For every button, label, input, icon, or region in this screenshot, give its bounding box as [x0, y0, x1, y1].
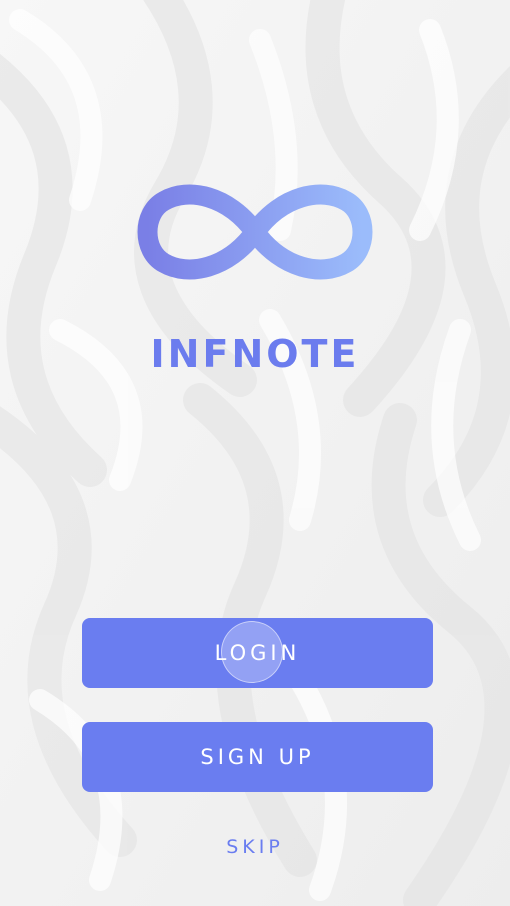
skip-link[interactable]: SKIP: [0, 836, 510, 858]
infinity-icon: [137, 184, 373, 280]
signup-button[interactable]: SIGN UP: [82, 722, 433, 792]
welcome-screen: INFNOTE LOGIN SIGN UP SKIP: [0, 0, 510, 906]
brand-title: INFNOTE: [150, 332, 360, 376]
touch-indicator: [221, 621, 283, 683]
